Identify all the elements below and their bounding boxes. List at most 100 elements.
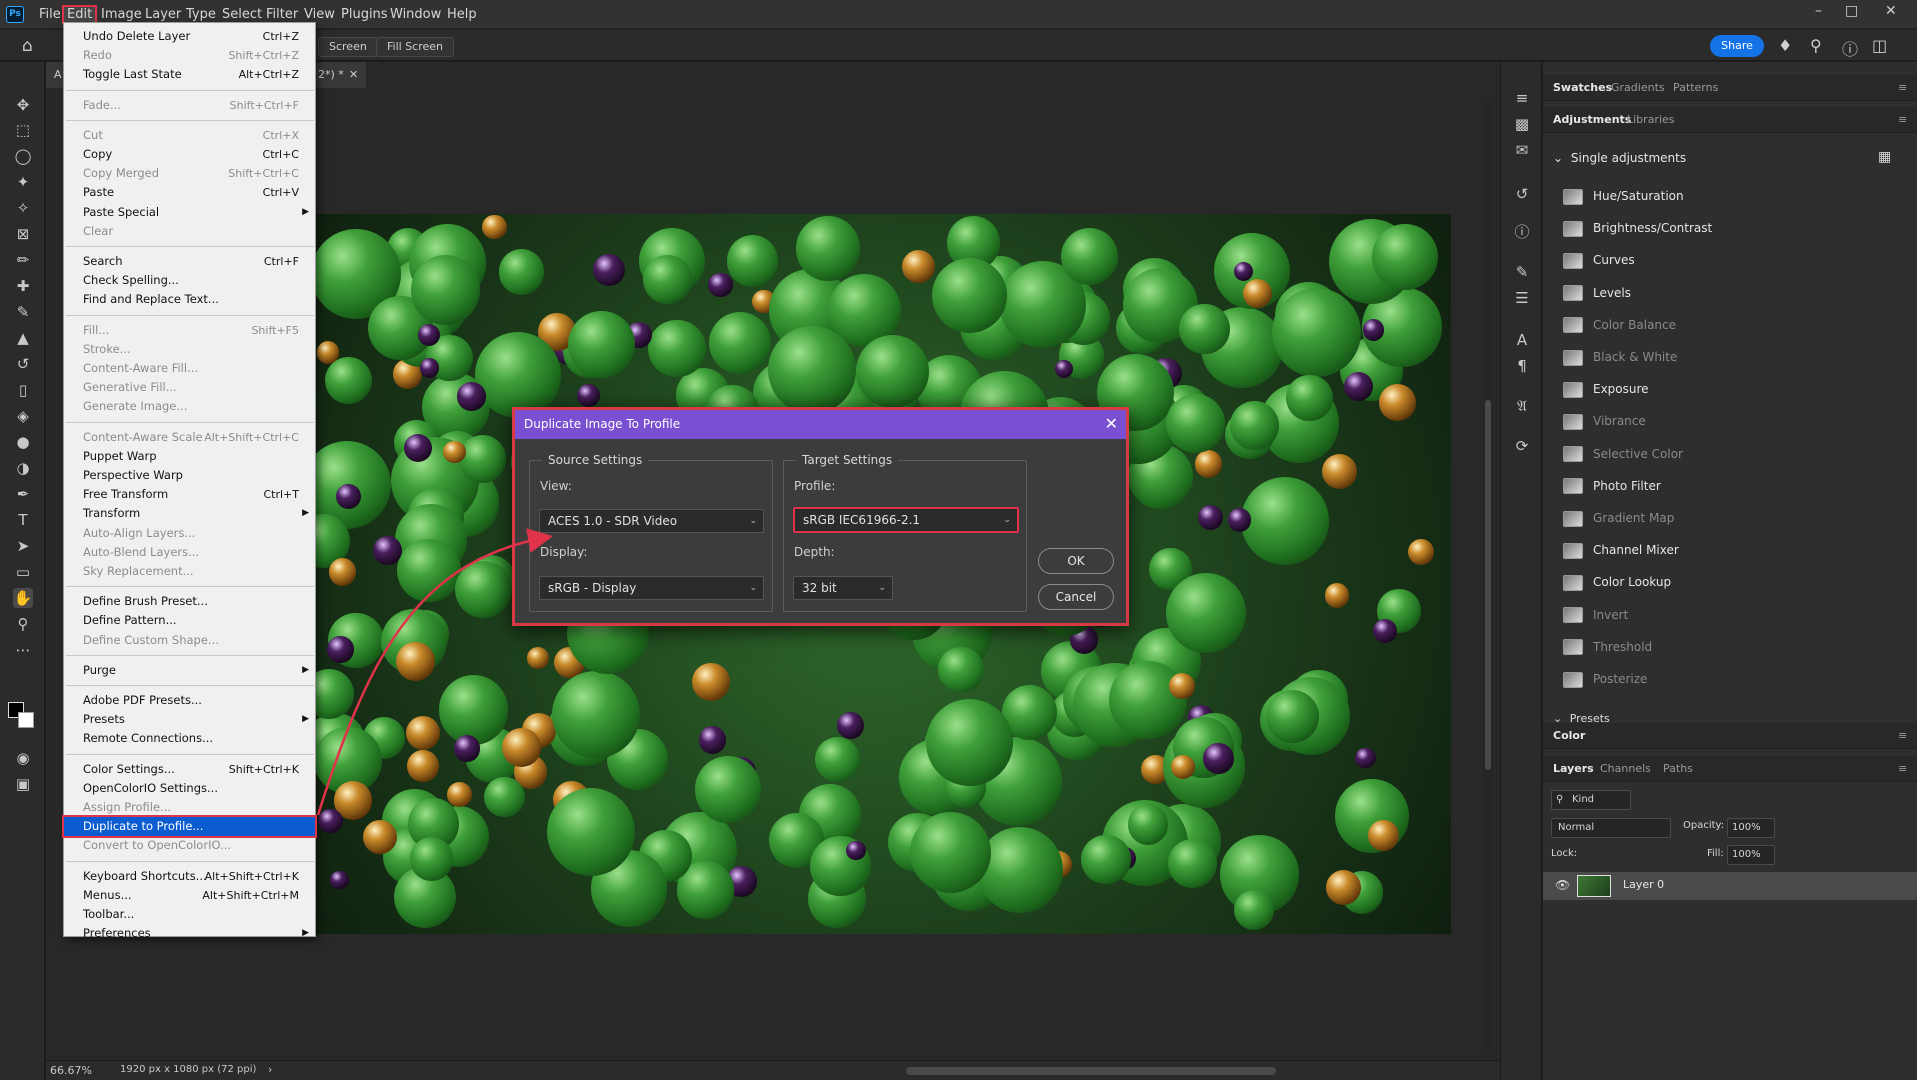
zoom-level[interactable]: 66.67%	[50, 1064, 92, 1077]
fill-screen-button[interactable]: Fill Screen	[376, 37, 455, 57]
horizontal-scroll-thumb[interactable]	[906, 1067, 1276, 1075]
menu-item-toggle-last-state[interactable]: Toggle Last State Alt+Ctrl+Z	[64, 65, 315, 84]
menu-item-undo-delete-layer[interactable]: Undo Delete Layer Ctrl+Z	[64, 27, 315, 46]
paragraph-icon[interactable]: ¶	[1512, 356, 1532, 376]
panel-menu-icon[interactable]: ≡	[1898, 756, 1907, 782]
menu-item-remote-connections[interactable]: Remote Connections...	[64, 729, 315, 748]
close-tab-icon[interactable]: ✕	[349, 62, 358, 88]
healing-brush-tool-icon[interactable]: ✚	[13, 276, 33, 296]
vertical-scroll-thumb[interactable]	[1485, 400, 1491, 770]
tab-paths[interactable]: Paths	[1663, 756, 1693, 782]
maximize-icon[interactable]: □	[1845, 3, 1858, 19]
tab-swatches[interactable]: Swatches	[1553, 75, 1612, 101]
tab-patterns[interactable]: Patterns	[1673, 75, 1718, 101]
history-icon[interactable]: ↺	[1512, 184, 1532, 204]
depth-select[interactable]: 32 bit ⌄	[793, 576, 893, 600]
panel-menu-icon[interactable]: ≡	[1898, 723, 1907, 749]
menu-item-menus[interactable]: Menus... Alt+Shift+Ctrl+M	[64, 886, 315, 905]
character-icon[interactable]: A	[1512, 330, 1532, 350]
bell-icon[interactable]: ♦	[1778, 36, 1792, 55]
menu-window[interactable]: Window	[387, 5, 444, 24]
adjustment-photo-filter[interactable]: Photo Filter	[1563, 473, 1661, 499]
marquee-tool-icon[interactable]: ⬚	[13, 120, 33, 140]
adjustment-curves[interactable]: Curves	[1563, 247, 1635, 273]
panel-menu-icon[interactable]: ≡	[1898, 75, 1907, 101]
magic-wand-tool-icon[interactable]: ✧	[13, 198, 33, 218]
workspace-icon[interactable]: ◫	[1872, 36, 1887, 55]
menu-item-define-pattern[interactable]: Define Pattern...	[64, 611, 315, 630]
adjustment-exposure[interactable]: Exposure	[1563, 376, 1649, 402]
eyedropper-tool-icon[interactable]: ✏	[13, 250, 33, 270]
history-brush-tool-icon[interactable]: ↺	[13, 354, 33, 374]
menu-item-define-brush-preset[interactable]: Define Brush Preset...	[64, 592, 315, 611]
adjustment-brightness-contrast[interactable]: Brightness/Contrast	[1563, 215, 1712, 241]
frame-tool-icon[interactable]: ⊠	[13, 224, 33, 244]
comments-icon[interactable]: ✉	[1512, 140, 1532, 160]
cancel-button[interactable]: Cancel	[1038, 584, 1114, 610]
blend-mode-select[interactable]: Normal	[1551, 818, 1671, 838]
grid-view-icon[interactable]: ▦	[1878, 149, 1891, 165]
minimize-icon[interactable]: –	[1815, 3, 1822, 19]
menu-file[interactable]: File	[36, 5, 64, 24]
adjustment-levels[interactable]: Levels	[1563, 280, 1631, 306]
tab-adjustments[interactable]: Adjustments	[1553, 107, 1631, 133]
home-icon[interactable]: ⌂	[22, 36, 33, 56]
status-menu-chevron-icon[interactable]: ›	[268, 1063, 272, 1076]
single-adjustments-header[interactable]: ⌄ Single adjustments	[1553, 151, 1686, 165]
properties-icon[interactable]: ≡	[1512, 88, 1532, 108]
tab-libraries[interactable]: Libraries	[1627, 107, 1675, 133]
path-select-tool-icon[interactable]: ➤	[13, 536, 33, 556]
opacity-input[interactable]: 100%	[1727, 818, 1775, 838]
menu-item-purge[interactable]: Purge ▶	[64, 661, 315, 680]
menu-item-opencolorio-settings[interactable]: OpenColorIO Settings...	[64, 779, 315, 798]
tab-channels[interactable]: Channels	[1600, 756, 1651, 782]
screen-button[interactable]: Screen	[318, 37, 378, 57]
help-icon[interactable]: ⓘ	[1842, 36, 1858, 60]
menu-item-keyboard-shortcuts[interactable]: Keyboard Shortcuts... Alt+Shift+Ctrl+K	[64, 867, 315, 886]
adjustment-hue-saturation[interactable]: Hue/Saturation	[1563, 183, 1684, 209]
paint-bucket-tool-icon[interactable]: ◈	[13, 406, 33, 426]
background-color-swatch[interactable]	[18, 712, 34, 728]
layer-row[interactable]: 👁 Layer 0	[1543, 872, 1917, 900]
type-tool-icon[interactable]: T	[13, 510, 33, 530]
eye-visibility-icon[interactable]: 👁	[1555, 878, 1570, 892]
quick-mask-icon[interactable]: ◉	[13, 748, 33, 768]
tab-color[interactable]: Color	[1553, 723, 1585, 749]
menu-item-color-settings[interactable]: Color Settings... Shift+Ctrl+K	[64, 760, 315, 779]
more-tools-icon[interactable]: ⋯	[13, 640, 33, 660]
menu-item-presets[interactable]: Presets ▶	[64, 710, 315, 729]
menu-item-paste[interactable]: Paste Ctrl+V	[64, 183, 315, 202]
screen-mode-icon[interactable]: ▣	[13, 774, 33, 794]
close-window-icon[interactable]: ✕	[1885, 3, 1897, 19]
rectangle-tool-icon[interactable]: ▭	[13, 562, 33, 582]
horizontal-scrollbar[interactable]	[286, 1063, 1486, 1079]
menu-plugins[interactable]: Plugins	[338, 5, 391, 24]
move-tool-icon[interactable]: ✥	[13, 95, 33, 115]
hand-tool-icon[interactable]: ✋	[13, 588, 33, 608]
menu-item-preferences[interactable]: Preferences ▶	[64, 924, 315, 943]
lasso-tool-icon[interactable]: ◯	[13, 146, 33, 166]
menu-item-check-spelling[interactable]: Check Spelling...	[64, 271, 315, 290]
share-button[interactable]: Share	[1710, 35, 1764, 57]
menu-item-puppet-warp[interactable]: Puppet Warp	[64, 447, 315, 466]
profile-select[interactable]: sRGB IEC61966-2.1 ⌄	[793, 507, 1019, 533]
panel-menu-icon[interactable]: ≡	[1898, 107, 1907, 133]
fill-input[interactable]: 100%	[1727, 845, 1775, 865]
glyphs-icon[interactable]: 𝔄	[1512, 396, 1532, 416]
menu-item-adobe-pdf-presets[interactable]: Adobe PDF Presets...	[64, 691, 315, 710]
adjustment-channel-mixer[interactable]: Channel Mixer	[1563, 537, 1679, 563]
zoom-tool-icon[interactable]: ⚲	[13, 614, 33, 634]
adjust-sliders-icon[interactable]: ☰	[1512, 288, 1532, 308]
layer-kind-filter[interactable]: ⚲ Kind	[1551, 790, 1631, 810]
blur-tool-icon[interactable]: ●	[13, 432, 33, 452]
brush-tool-icon[interactable]: ✎	[13, 302, 33, 322]
menu-item-duplicate-to-profile[interactable]: Duplicate to Profile...	[62, 815, 317, 839]
menu-item-transform[interactable]: Transform ▶	[64, 504, 315, 523]
menu-item-search[interactable]: Search Ctrl+F	[64, 252, 315, 271]
view-select[interactable]: ACES 1.0 - SDR Video ⌄	[539, 509, 764, 533]
menu-item-perspective-warp[interactable]: Perspective Warp	[64, 466, 315, 485]
layer-name[interactable]: Layer 0	[1623, 878, 1664, 891]
ok-button[interactable]: OK	[1038, 548, 1114, 574]
menu-item-free-transform[interactable]: Free Transform Ctrl+T	[64, 485, 315, 504]
dodge-tool-icon[interactable]: ◑	[13, 458, 33, 478]
